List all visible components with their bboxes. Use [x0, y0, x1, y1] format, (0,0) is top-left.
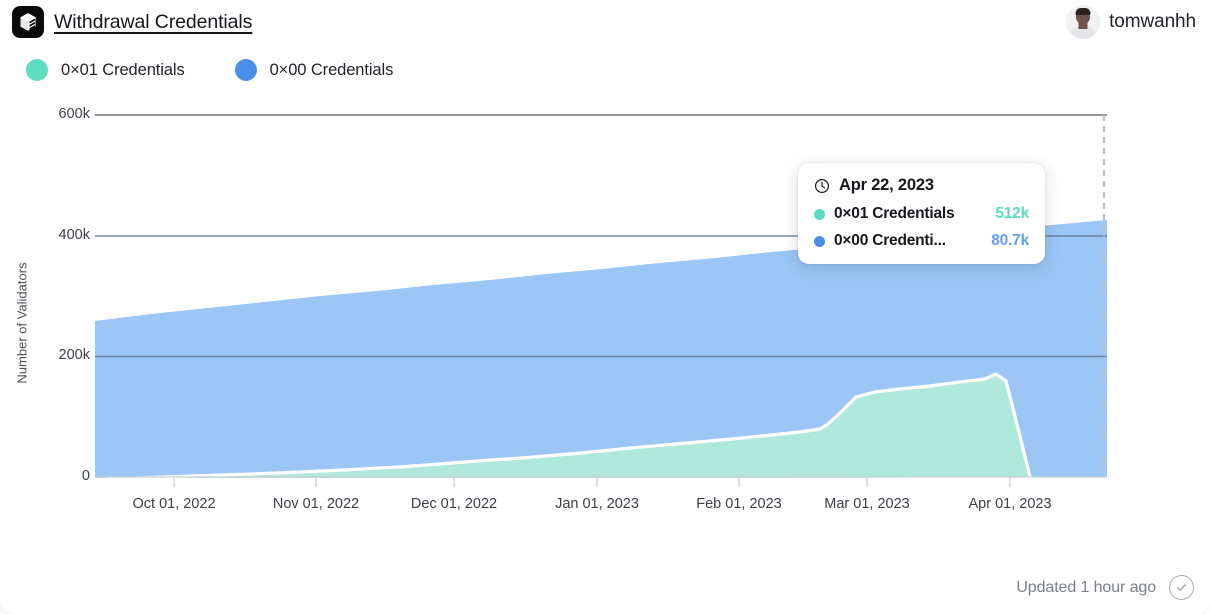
- legend-item-0x01[interactable]: 0×01 Credentials: [26, 59, 185, 81]
- tooltip-series-value: 80.7k: [991, 232, 1029, 249]
- tooltip-dot-icon: [814, 235, 825, 247]
- chart-legend: 0×01 Credentials 0×00 Credentials: [26, 59, 393, 81]
- x-tick-apr: Apr 01, 2023: [968, 496, 1052, 512]
- header: Withdrawal Credentials tomwanhh: [0, 0, 1210, 45]
- tooltip-date: Apr 22, 2023: [839, 176, 934, 194]
- legend-label: 0×01 Credentials: [61, 60, 185, 79]
- legend-dot-icon: [26, 59, 48, 81]
- x-tick-dec: Dec 01, 2022: [410, 496, 498, 512]
- legend-item-0x00[interactable]: 0×00 Credentials: [234, 59, 394, 81]
- clock-icon: [814, 178, 830, 193]
- x-tick-feb: Feb 01, 2023: [696, 496, 782, 512]
- tooltip-date-row: Apr 22, 2023: [814, 176, 1029, 195]
- tooltip-series-label: 0×00 Credenti...: [834, 232, 946, 249]
- withdrawal-credentials-card: Withdrawal Credentials tomwanhh 0×01 Cre…: [0, 0, 1210, 614]
- tooltip-row-0x01: 0×01 Credentials 512k: [814, 205, 1029, 223]
- tooltip-series-value: 512k: [995, 205, 1029, 222]
- legend-label: 0×00 Credentials: [269, 60, 394, 79]
- x-tick-oct: Oct 01, 2022: [132, 496, 216, 512]
- x-tick-mar: Mar 01, 2023: [824, 496, 910, 512]
- footer-status: Updated 1 hour ago: [1016, 575, 1194, 600]
- cube-logo-icon[interactable]: [12, 6, 44, 38]
- legend-dot-icon: [234, 59, 257, 81]
- page-title[interactable]: Withdrawal Credentials: [54, 11, 252, 34]
- x-tick-nov: Nov 01, 2022: [272, 496, 360, 512]
- avatar[interactable]: [1066, 5, 1101, 39]
- x-tick-jan: Jan 01, 2023: [555, 496, 639, 512]
- updated-label: Updated 1 hour ago: [1016, 578, 1156, 596]
- tooltip-row-0x00: 0×00 Credenti... 80.7k: [814, 232, 1029, 250]
- username-label: tomwanhh: [1109, 11, 1196, 32]
- chart-tooltip: Apr 22, 2023 0×01 Credentials 512k 0×00 …: [798, 163, 1045, 264]
- user-menu[interactable]: tomwanhh: [1066, 5, 1196, 39]
- check-circle-icon[interactable]: [1169, 575, 1194, 600]
- tooltip-series-label: 0×01 Credentials: [834, 205, 955, 222]
- title-group: Withdrawal Credentials: [12, 6, 252, 38]
- x-tick-marks: [173, 477, 1011, 487]
- tooltip-dot-icon: [814, 208, 825, 220]
